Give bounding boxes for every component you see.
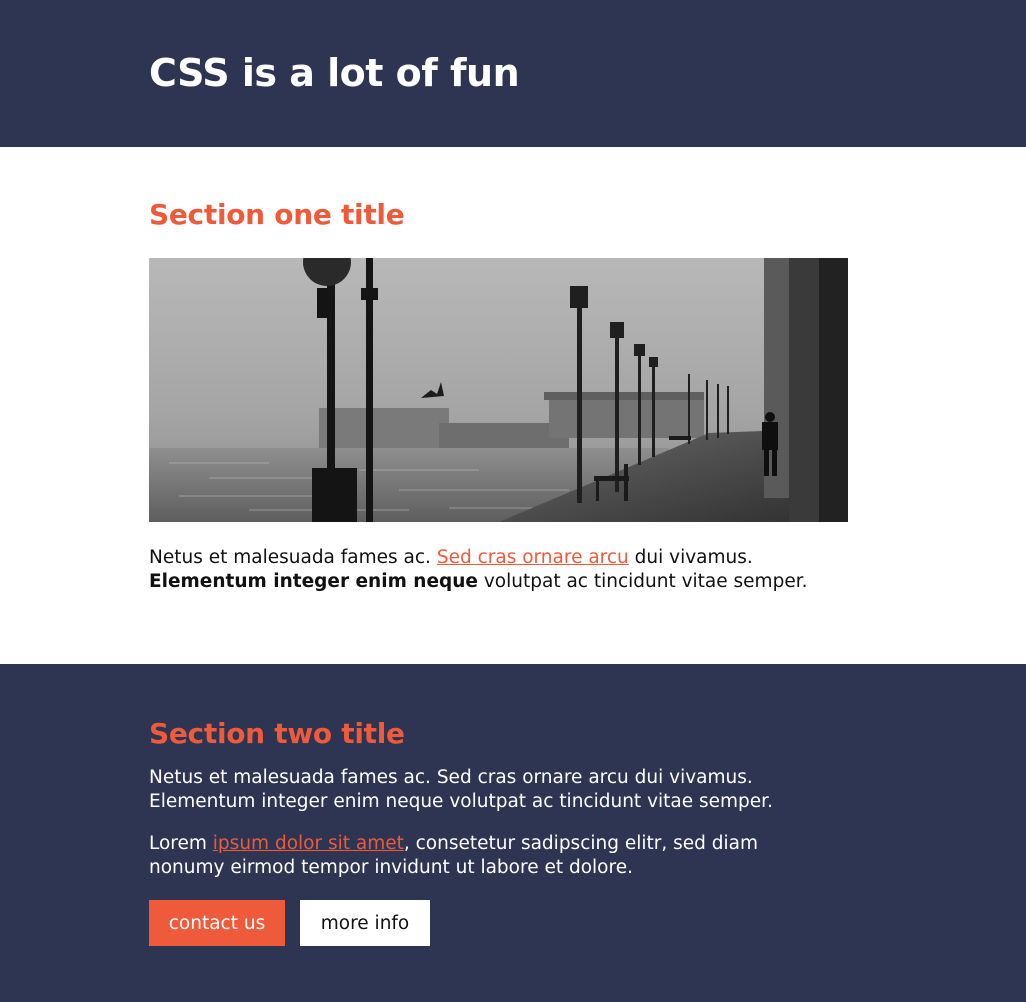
section-one-title: Section one title xyxy=(149,198,405,231)
text-segment: Lorem xyxy=(149,833,213,854)
ipsum-dolor-link[interactable]: ipsum dolor sit amet xyxy=(213,833,404,854)
text-segment: volutpat ac tincidunt vitae semper. xyxy=(477,571,808,592)
section-two-title: Section two title xyxy=(149,717,405,750)
section-one: Section one title Netus et malesuada fam… xyxy=(0,147,1026,664)
text-segment: dui vivamus. xyxy=(628,547,753,568)
section-one-paragraph: Netus et malesuada fames ac. Sed cras or… xyxy=(149,546,839,594)
more-info-button[interactable]: more info xyxy=(300,900,430,946)
section-two: Section two title Netus et malesuada fam… xyxy=(0,664,1026,1002)
foggy-promenade-photo xyxy=(149,258,848,522)
button-row: contact us more info xyxy=(149,900,860,946)
contact-us-button[interactable]: contact us xyxy=(149,900,285,946)
text-segment: Netus et malesuada fames ac. xyxy=(149,547,437,568)
section-two-paragraph-1: Netus et malesuada fames ac. Sed cras or… xyxy=(149,767,773,812)
sed-cras-link[interactable]: Sed cras ornare arcu xyxy=(437,547,629,568)
bold-phrase: Elementum integer enim neque xyxy=(149,571,478,592)
site-header: CSS is a lot of fun xyxy=(0,0,1026,147)
page-title: CSS is a lot of fun xyxy=(149,51,520,95)
section-two-paragraph-2: Lorem ipsum dolor sit amet, consetetur s… xyxy=(149,832,839,880)
